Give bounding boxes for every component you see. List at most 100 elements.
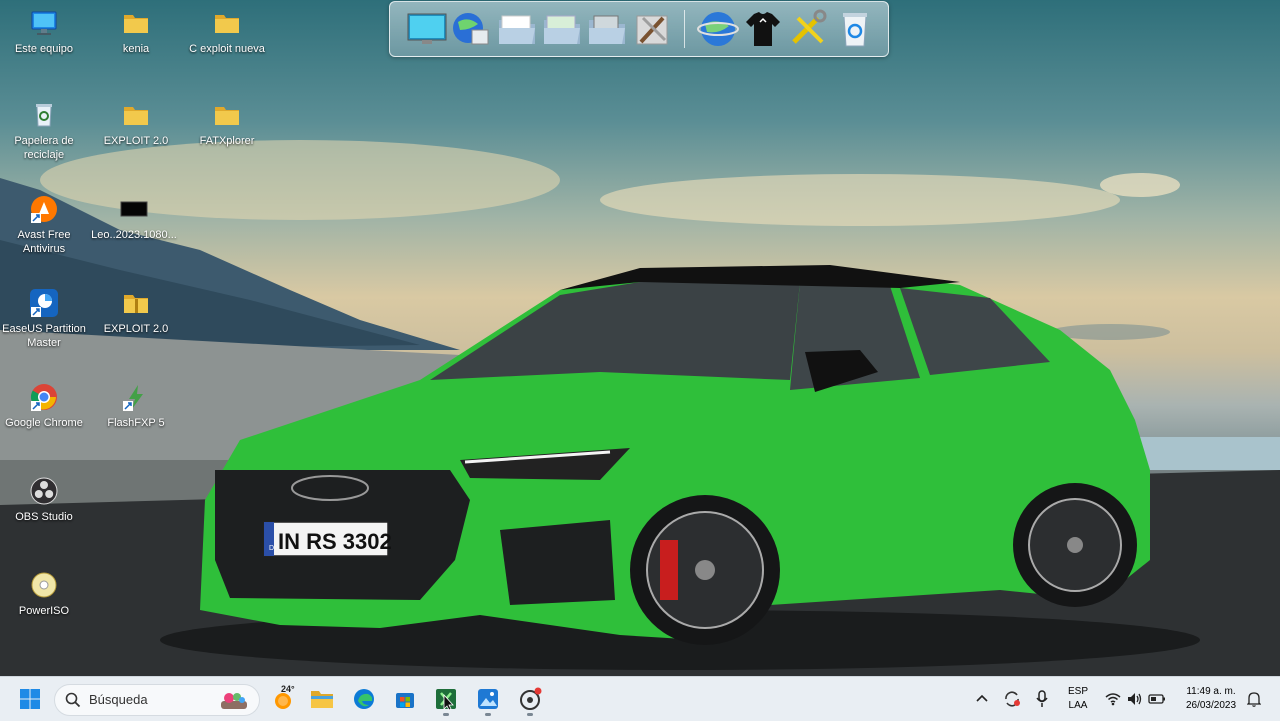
photos-icon — [478, 689, 498, 709]
desktop-icons: Este equipo kenia C exploit nueva Papele… — [0, 0, 1280, 676]
file-explorer-icon — [311, 691, 333, 708]
desktop-icon-label: Papelera de reciclaje — [14, 135, 74, 161]
taskbar: Búsqueda ESP LAA 11:49 a. m. 26/03/2023 — [0, 676, 1280, 721]
taskbar-store[interactable] — [389, 683, 421, 715]
desktop-icon-c-exploit-nueva[interactable]: C exploit nueva — [183, 8, 271, 56]
dock-tshirt[interactable] — [742, 8, 784, 50]
dock-tools[interactable] — [631, 8, 673, 50]
notifications-button[interactable] — [1238, 683, 1270, 715]
dock-internet-globe[interactable] — [697, 8, 739, 50]
recycle-bin-icon — [36, 104, 52, 127]
taskbar-recorder[interactable] — [514, 683, 546, 715]
desktop-icon-easeus[interactable]: EaseUS Partition Master — [0, 288, 88, 350]
clock-date: 26/03/2023 — [1185, 700, 1237, 711]
chrome-icon — [30, 384, 57, 411]
sync-tray-button[interactable] — [996, 683, 1028, 715]
dock-network-globe[interactable] — [450, 8, 492, 50]
desktop-icon-exploit-2[interactable]: EXPLOIT 2.0 — [92, 100, 180, 148]
desktop-icon-papelera[interactable]: Papelera de reciclaje — [0, 100, 88, 162]
start-button[interactable] — [14, 683, 46, 715]
search-highlight-icon — [221, 693, 247, 709]
avast-icon — [31, 196, 57, 223]
language-code: ESP — [1067, 686, 1088, 697]
desktop-icon-este-equipo[interactable]: Este equipo — [0, 8, 88, 56]
desktop-icon-avast[interactable]: Avast Free Antivirus — [0, 194, 88, 256]
desktop-icon-fatxplorer[interactable]: FATXplorer — [183, 100, 271, 148]
poweriso-icon — [31, 572, 57, 598]
folder-icon — [124, 107, 148, 125]
language-indicator[interactable]: ESP LAA — [1066, 685, 1090, 713]
computer-icon — [31, 11, 57, 35]
desktop-icon-label: Leo..2023.1080... — [91, 229, 177, 241]
taskbar-app-x[interactable] — [430, 683, 462, 715]
zip-folder-icon — [124, 295, 148, 313]
microphone-tray-button[interactable] — [1026, 683, 1058, 715]
clock-time: 11:49 a. m. — [1186, 686, 1236, 697]
tools-icon — [636, 15, 668, 45]
desktop-icon-label: C exploit nueva — [189, 43, 265, 55]
recycle-bin-icon — [843, 13, 867, 47]
flashfxp-icon — [123, 385, 143, 411]
top-dock — [389, 1, 889, 57]
desktop-icon-poweriso[interactable]: PowerISO — [0, 570, 88, 618]
desktop-icon-label: EXPLOIT 2.0 — [103, 135, 169, 147]
taskbar-photos[interactable] — [472, 683, 504, 715]
search-placeholder: Búsqueda — [89, 692, 148, 707]
weather-temperature: 24° — [281, 684, 295, 694]
desktop-icon-flashfxp[interactable]: FlashFXP 5 — [92, 382, 180, 430]
recorder-icon — [520, 687, 542, 710]
sync-icon — [1005, 691, 1020, 707]
bell-icon — [1247, 692, 1261, 707]
settings-tools-icon — [792, 9, 827, 44]
desktop-icon-label: OBS Studio — [15, 511, 73, 523]
folder-icon — [544, 15, 580, 44]
app-x-active-indicator — [443, 713, 449, 716]
battery-tray-button[interactable] — [1141, 683, 1173, 715]
desktop-icon-exploit-2-zip[interactable]: EXPLOIT 2.0 — [92, 288, 180, 336]
dock-folder-1[interactable] — [496, 8, 538, 50]
search-icon — [65, 692, 81, 708]
internet-globe-icon — [697, 12, 739, 46]
desktop-icon-label: kenia — [122, 43, 150, 55]
store-icon — [396, 693, 414, 708]
video-file-icon — [120, 201, 148, 217]
desktop-icon-leo-video[interactable]: Leo..2023.1080... — [90, 194, 178, 242]
desktop-icon-label: EXPLOIT 2.0 — [103, 323, 169, 335]
desktop-icon-kenia[interactable]: kenia — [92, 8, 180, 56]
desktop-icon-label: EaseUS Partition Master — [2, 323, 86, 349]
folder-icon — [215, 15, 239, 33]
desktop-icon-label: PowerISO — [18, 605, 70, 617]
clock[interactable]: 11:49 a. m. 26/03/2023 — [1176, 685, 1246, 713]
dock-drives[interactable] — [586, 8, 628, 50]
desktop-icon-label: FATXplorer — [199, 135, 255, 147]
desktop-icon-label: Este equipo — [14, 43, 74, 55]
dock-recycle-bin[interactable] — [834, 8, 876, 50]
dock-settings-tools[interactable] — [788, 8, 830, 50]
dock-monitor[interactable] — [406, 8, 448, 50]
easeus-icon — [30, 289, 58, 317]
search-box[interactable]: Búsqueda — [54, 684, 260, 716]
desktop-icon-obs[interactable]: OBS Studio — [0, 476, 88, 524]
folder-icon — [124, 15, 148, 33]
network-globe-icon — [453, 13, 489, 45]
folder-icon — [215, 107, 239, 125]
desktop-icon-label: Google Chrome — [5, 417, 83, 429]
start-icon — [20, 689, 40, 709]
recorder-active-indicator — [527, 713, 533, 716]
drives-icon — [589, 15, 625, 44]
keyboard-layout: LAA — [1068, 700, 1088, 711]
taskbar-edge[interactable] — [348, 683, 380, 715]
battery-icon — [1148, 694, 1165, 704]
show-hidden-icons-button[interactable] — [966, 683, 998, 715]
desktop-icon-label: Avast Free Antivirus — [17, 229, 71, 255]
app-x-icon — [436, 689, 456, 711]
desktop-icon-chrome[interactable]: Google Chrome — [0, 382, 88, 430]
taskbar-file-explorer[interactable] — [306, 683, 338, 715]
folder-icon — [499, 15, 535, 44]
dock-separator — [684, 10, 685, 48]
chevron-up-icon — [976, 694, 988, 702]
edge-icon — [354, 689, 374, 709]
obs-icon — [30, 477, 58, 505]
microphone-icon — [1036, 690, 1048, 707]
dock-folder-2[interactable] — [541, 8, 583, 50]
